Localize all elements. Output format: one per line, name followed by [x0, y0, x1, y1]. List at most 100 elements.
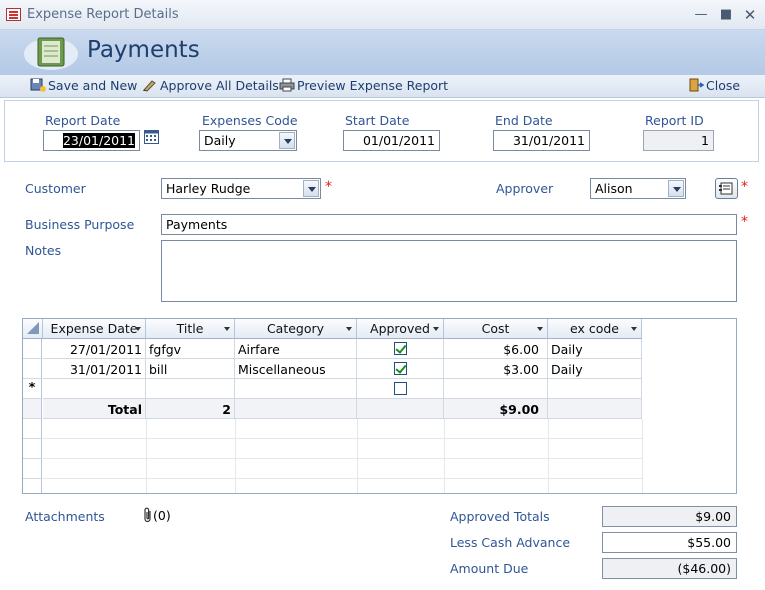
expenses-code-label: Expenses Code [202, 113, 298, 128]
total-approved [357, 399, 444, 419]
new-record-marker[interactable]: * [23, 379, 42, 399]
cell-cost[interactable]: $6.00 [444, 339, 548, 359]
printer-icon [279, 78, 295, 92]
new-cell-expense-date[interactable] [43, 379, 146, 399]
preview-label: Preview Expense Report [297, 78, 449, 93]
report-date-field[interactable]: 23/01/2011 [43, 130, 140, 151]
chevron-down-icon[interactable] [433, 327, 439, 331]
new-cell-cost[interactable] [444, 379, 548, 399]
column-label: Expense Date [50, 321, 138, 336]
column-label: Category [266, 321, 325, 336]
chevron-down-icon[interactable] [303, 180, 319, 197]
column-header-ex-code[interactable]: ex code [548, 319, 642, 339]
amount-due-label: Amount Due [450, 561, 529, 576]
cell-cost[interactable]: $3.00 [444, 359, 548, 379]
preview-report-button[interactable]: Preview Expense Report [279, 78, 448, 93]
cell-category[interactable]: Miscellaneous [235, 359, 357, 379]
cell-expense-date[interactable]: 27/01/2011 [43, 339, 146, 359]
required-marker: * [741, 214, 748, 230]
save-and-new-label: Save and New [48, 78, 138, 93]
customer-select[interactable]: Harley Rudge [161, 178, 321, 199]
approved-checkbox[interactable] [394, 342, 407, 355]
approver-label: Approver [496, 181, 554, 196]
end-date-field[interactable]: 31/01/2011 [493, 130, 590, 151]
save-and-new-button[interactable]: Save and New [30, 78, 137, 93]
approved-checkbox[interactable] [394, 362, 407, 375]
chevron-down-icon[interactable] [135, 327, 141, 331]
approved-checkbox[interactable] [394, 382, 407, 395]
chevron-down-icon[interactable] [537, 327, 543, 331]
cell-ex-code[interactable]: Daily [548, 339, 642, 359]
new-cell-approved[interactable] [357, 379, 444, 399]
new-cell-title[interactable] [146, 379, 235, 399]
empty-row [23, 459, 42, 479]
close-window-icon[interactable]: ✕ [741, 6, 759, 24]
business-purpose-field[interactable]: Payments [161, 214, 737, 235]
cash-advance-field[interactable]: $55.00 [602, 532, 737, 553]
empty-row [23, 439, 42, 459]
report-id-field: 1 [643, 130, 714, 151]
chevron-down-icon[interactable] [224, 327, 230, 331]
cash-advance-label: Less Cash Advance [450, 535, 571, 550]
column-header-category[interactable]: Category [235, 319, 357, 339]
column-label: Approved [370, 321, 430, 336]
empty-row [23, 419, 42, 439]
total-count: 2 [146, 399, 235, 419]
cell-expense-date[interactable]: 31/01/2011 [43, 359, 146, 379]
grid-divider [548, 419, 549, 493]
start-date-field[interactable]: 01/01/2011 [343, 130, 440, 151]
chevron-down-icon[interactable] [279, 132, 295, 149]
report-date-label: Report Date [45, 113, 121, 128]
minimize-icon[interactable]: — [692, 6, 710, 24]
column-header-approved[interactable]: Approved [357, 319, 444, 339]
report-id-label: Report ID [645, 113, 704, 128]
empty-row [23, 479, 42, 493]
form-header: Payments [0, 30, 765, 75]
cell-title[interactable]: fgfgv [146, 339, 235, 359]
approve-all-button[interactable]: Approve All Details [142, 78, 279, 93]
new-cell-category[interactable] [235, 379, 357, 399]
cell-title[interactable]: bill [146, 359, 235, 379]
grid-divider [357, 419, 358, 493]
grid-divider [444, 419, 445, 493]
customer-label: Customer [25, 181, 86, 196]
chevron-down-icon[interactable] [668, 180, 684, 197]
maximize-icon[interactable]: ■ [717, 6, 735, 24]
approver-value: Alison [595, 181, 633, 196]
expense-details-grid: Expense Date Title Category Approved Cos… [22, 318, 737, 494]
row-selector[interactable] [23, 339, 42, 359]
grid-empty-area [43, 419, 643, 493]
paperclip-icon [144, 507, 151, 523]
select-all-corner[interactable] [23, 319, 43, 339]
column-header-title[interactable]: Title [146, 319, 235, 339]
address-book-icon [719, 182, 733, 195]
chevron-down-icon[interactable] [346, 327, 352, 331]
attachments-count: (0) [153, 508, 171, 523]
new-cell-ex-code[interactable] [548, 379, 642, 399]
expenses-code-select[interactable]: Daily [199, 130, 297, 151]
notes-label: Notes [25, 243, 62, 258]
address-book-button[interactable] [715, 178, 738, 199]
window-title: Expense Report Details [27, 7, 179, 22]
cell-approved[interactable] [357, 359, 444, 379]
column-header-expense-date[interactable]: Expense Date [43, 319, 146, 339]
column-label: ex code [570, 321, 619, 336]
required-marker: * [741, 179, 748, 195]
cell-ex-code[interactable]: Daily [548, 359, 642, 379]
notes-field[interactable] [161, 240, 737, 302]
total-label: Total [43, 399, 146, 419]
cell-approved[interactable] [357, 339, 444, 359]
row-selector[interactable] [23, 359, 42, 379]
approver-select[interactable]: Alison [590, 178, 686, 199]
cell-category[interactable]: Airfare [235, 339, 357, 359]
door-close-icon [689, 78, 704, 92]
close-button[interactable]: Close [688, 78, 740, 93]
chevron-down-icon[interactable] [631, 327, 637, 331]
total-ex-code [548, 399, 642, 419]
column-header-cost[interactable]: Cost [444, 319, 548, 339]
start-date-label: Start Date [345, 113, 410, 128]
calendar-icon[interactable] [144, 130, 159, 144]
attachments-control[interactable]: (0) [143, 507, 171, 523]
report-date-value: 23/01/2011 [62, 133, 135, 148]
total-cost: $9.00 [444, 399, 548, 419]
